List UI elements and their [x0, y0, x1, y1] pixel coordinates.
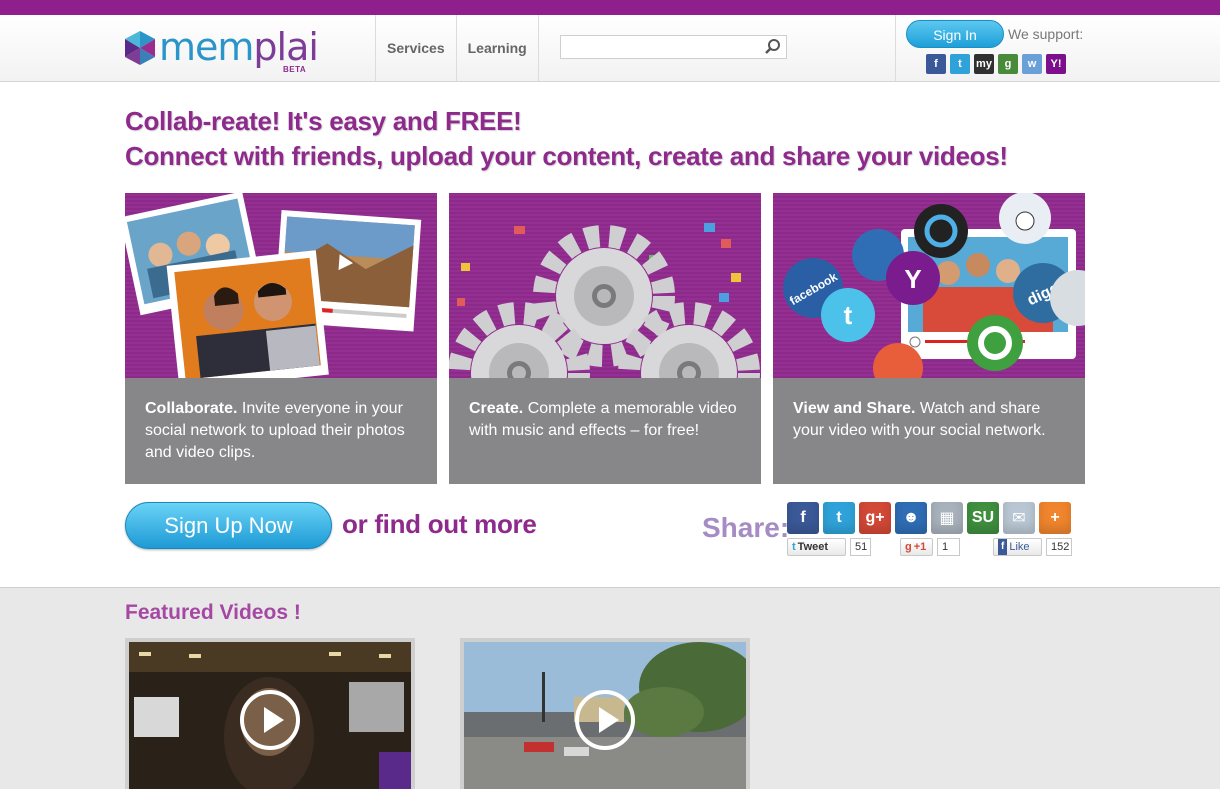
sign-in-button[interactable]: Sign In	[906, 20, 1004, 48]
google-icon[interactable]: g	[998, 54, 1018, 74]
google-plus-icon[interactable]: g+	[859, 502, 891, 534]
collaborate-illustration	[125, 193, 437, 378]
we-support-label: We support:	[1008, 26, 1084, 42]
main-nav: Services Learning	[375, 15, 539, 81]
logo-cube-icon	[125, 31, 155, 65]
twitter-icon: t	[792, 541, 796, 553]
headline: Collab-reate! It's easy and FREE! Connec…	[125, 104, 1008, 174]
myspace-icon[interactable]: my	[974, 54, 994, 74]
tweet-button[interactable]: t Tweet	[787, 538, 846, 556]
featured-video-1[interactable]	[125, 638, 415, 789]
yahoo-label: Y	[904, 264, 921, 294]
facebook-icon[interactable]: f	[926, 54, 946, 74]
supported-networks: f t my g w Y!	[926, 54, 1066, 74]
site-header: memplai BETA Services Learning Sign In W…	[0, 15, 1220, 82]
share-label: Share:	[702, 512, 790, 543]
google-plus-one-button[interactable]: g +1	[900, 538, 933, 556]
find-out-more-link[interactable]: or find out more	[342, 509, 537, 540]
featured-videos-title: Featured Videos !	[125, 601, 301, 624]
share-buttons: f t g+ ☻ ▦ SU ✉ +	[787, 502, 1071, 534]
facebook-icon: f	[998, 539, 1008, 555]
view-share-caption: View and Share. Watch and share your vid…	[773, 378, 1085, 484]
tweet-count: 51	[850, 538, 871, 556]
headline-line-1: Collab-reate! It's easy and FREE!	[125, 106, 522, 136]
twitter-label: t	[844, 300, 853, 330]
beta-badge: BETA	[283, 65, 307, 74]
delicious-icon[interactable]: ▦	[931, 502, 963, 534]
feature-create: Create. Complete a memorable video with …	[449, 193, 761, 484]
facebook-like-button[interactable]: f Like	[993, 538, 1042, 556]
feature-view-share: facebook t Y digg View and Share. Watch …	[773, 193, 1085, 484]
yahoo-icon[interactable]: Y!	[1046, 54, 1066, 74]
feature-collaborate: Collaborate. Invite everyone in your soc…	[125, 193, 437, 484]
windows-icon[interactable]: w	[1022, 54, 1042, 74]
search-box	[560, 35, 787, 59]
myspace-icon[interactable]: ☻	[895, 502, 927, 534]
play-icon[interactable]	[240, 690, 300, 750]
facebook-like-count: 152	[1046, 538, 1072, 556]
memplai-logo[interactable]: memplai BETA	[125, 25, 325, 75]
stumbleupon-icon[interactable]: SU	[967, 502, 999, 534]
social-share-illustration: facebook t Y digg	[773, 193, 1085, 378]
collaborate-caption: Collaborate. Invite everyone in your soc…	[125, 378, 437, 484]
play-icon[interactable]	[575, 690, 635, 750]
twitter-icon[interactable]: t	[950, 54, 970, 74]
create-gears-illustration	[449, 193, 761, 378]
email-icon[interactable]: ✉	[1003, 502, 1035, 534]
logo-wordmark: memplai	[159, 25, 319, 69]
nav-services[interactable]: Services	[375, 15, 456, 81]
search-input[interactable]	[561, 36, 761, 58]
twitter-icon[interactable]: t	[823, 502, 855, 534]
top-accent-bar	[0, 0, 1220, 15]
nav-learning[interactable]: Learning	[455, 15, 539, 81]
search-icon[interactable]	[763, 38, 783, 56]
google-plus-count: 1	[937, 538, 960, 556]
feature-title: Collaborate.	[145, 400, 238, 417]
featured-videos-section: Featured Videos !	[0, 587, 1220, 789]
facebook-icon[interactable]: f	[787, 502, 819, 534]
feature-title: Create.	[469, 400, 524, 417]
featured-video-2[interactable]	[460, 638, 750, 789]
sign-up-now-button[interactable]: Sign Up Now	[125, 502, 332, 549]
create-caption: Create. Complete a memorable video with …	[449, 378, 761, 484]
headline-line-2: Connect with friends, upload your conten…	[125, 141, 1008, 171]
header-divider	[895, 15, 896, 81]
feature-title: View and Share.	[793, 400, 916, 417]
google-icon: g	[905, 541, 912, 553]
more-icon[interactable]: +	[1039, 502, 1071, 534]
